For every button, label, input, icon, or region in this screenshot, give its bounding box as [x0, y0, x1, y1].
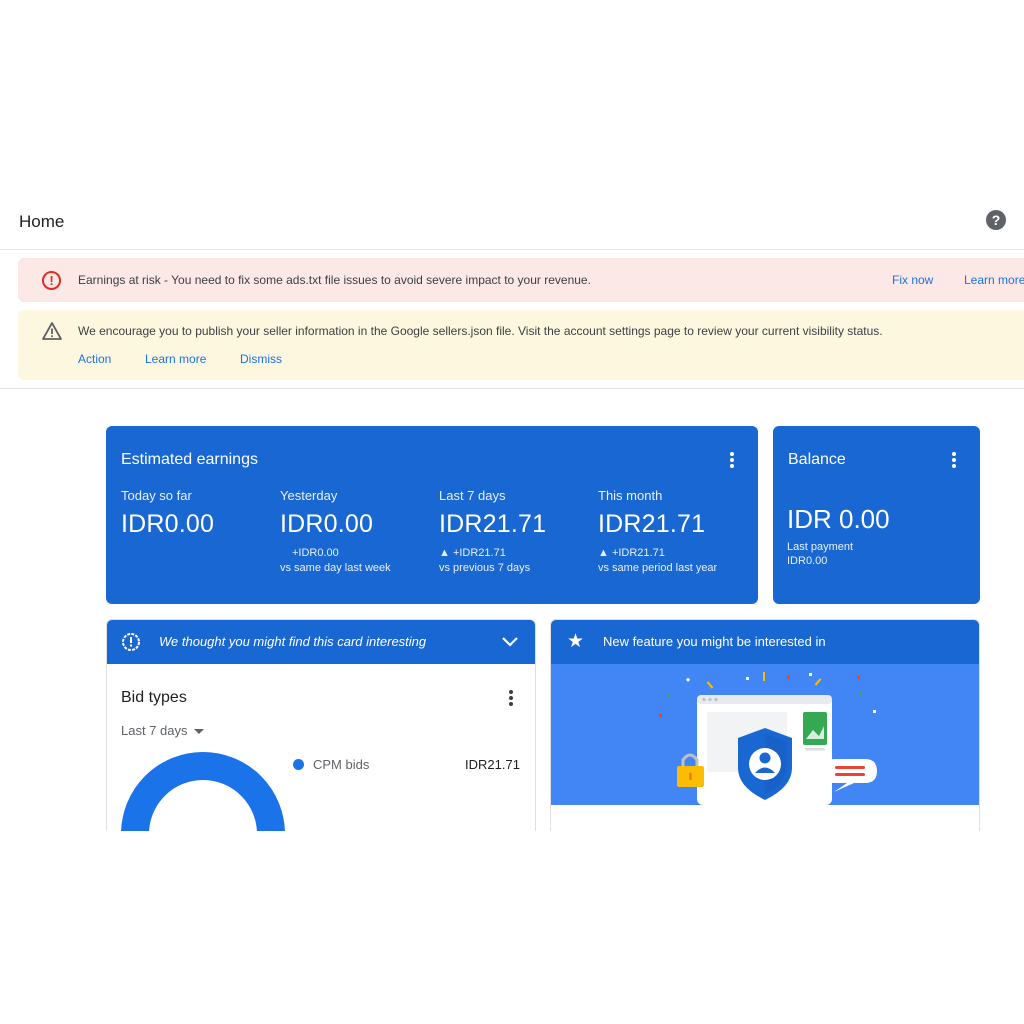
card-title: Bid types: [121, 689, 187, 706]
error-icon: !: [42, 271, 61, 290]
alert-message: We encourage you to publish your seller …: [78, 324, 883, 338]
earnings-risk-alert: ! Earnings at risk - You need to fix som…: [18, 258, 1024, 302]
learn-more-link[interactable]: Learn more: [964, 273, 1024, 287]
dismiss-link[interactable]: Dismiss: [240, 352, 282, 366]
bid-types-card: We thought you might find this card inte…: [106, 619, 536, 831]
alert-message: Earnings at risk - You need to fix some …: [78, 273, 591, 287]
card-header-text: New feature you might be interested in: [603, 634, 826, 649]
metric-label: This month: [598, 488, 663, 503]
metric-yesterday: Yesterday IDR0.00 +IDR0.00 vs same day l…: [280, 488, 435, 574]
star-icon: ★: [567, 631, 585, 652]
divider: [0, 388, 1024, 389]
warning-icon: [42, 322, 62, 340]
card-title: Balance: [788, 451, 846, 468]
action-link[interactable]: Action: [78, 352, 111, 366]
metric-compare: vs previous 7 days: [439, 562, 531, 574]
metric-value: IDR0.00: [121, 510, 215, 538]
balance-value: IDR 0.00: [787, 504, 890, 534]
metric-this-month: This month IDR21.71 ▲ +IDR21.71 vs same …: [598, 488, 753, 574]
insight-icon: [122, 633, 140, 651]
more-options-icon[interactable]: [947, 450, 961, 468]
metric-label: Yesterday: [280, 488, 338, 503]
more-options-icon[interactable]: [504, 688, 518, 706]
metric-value: IDR21.71: [439, 510, 547, 538]
metric-label: Today so far: [121, 488, 192, 503]
estimated-earnings-card[interactable]: Estimated earnings Today so far IDR0.00 …: [106, 426, 758, 604]
legend-swatch: [293, 759, 304, 770]
metric-change: ▲ +IDR21.71: [598, 547, 665, 559]
sellers-json-alert: We encourage you to publish your seller …: [18, 310, 1024, 380]
more-options-icon[interactable]: [725, 450, 739, 468]
pie-slice: [121, 752, 285, 831]
help-icon[interactable]: ?: [986, 210, 1006, 230]
new-feature-card: ★ New feature you might be interested in: [550, 619, 980, 831]
legend-value: IDR21.71: [465, 757, 520, 772]
metric-change: +IDR0.00: [292, 547, 339, 559]
metric-change: ▲ +IDR21.71: [439, 547, 506, 559]
card-header-text: We thought you might find this card inte…: [159, 634, 427, 649]
date-range-dropdown[interactable]: Last 7 days: [121, 723, 204, 738]
last-payment-value: IDR0.00: [787, 555, 828, 567]
metric-last-7-days: Last 7 days IDR21.71 ▲ +IDR21.71 vs prev…: [439, 488, 594, 574]
metric-value: IDR21.71: [598, 510, 706, 538]
page-header: Home ?: [0, 200, 1024, 250]
metric-compare: vs same period last year: [598, 562, 718, 574]
legend-label: CPM bids: [313, 757, 370, 772]
chevron-down-icon[interactable]: [501, 634, 519, 650]
metric-label: Last 7 days: [439, 488, 506, 503]
metric-today: Today so far IDR0.00: [121, 488, 276, 539]
security-illustration: [551, 664, 979, 805]
balance-card[interactable]: Balance IDR 0.00 Last payment IDR0.00: [773, 426, 980, 604]
card-header: ★ New feature you might be interested in: [551, 620, 979, 664]
dropdown-arrow-icon: [193, 729, 204, 735]
page-title: Home: [19, 212, 65, 231]
metric-compare: vs same day last week: [280, 562, 391, 574]
fix-now-link[interactable]: Fix now: [892, 273, 933, 287]
metric-value: IDR0.00: [280, 510, 374, 538]
card-header[interactable]: We thought you might find this card inte…: [107, 620, 535, 664]
last-payment-label: Last payment: [787, 541, 854, 553]
learn-more-link[interactable]: Learn more: [145, 352, 206, 366]
card-title: Estimated earnings: [121, 451, 258, 468]
date-range-label: Last 7 days: [121, 723, 188, 738]
